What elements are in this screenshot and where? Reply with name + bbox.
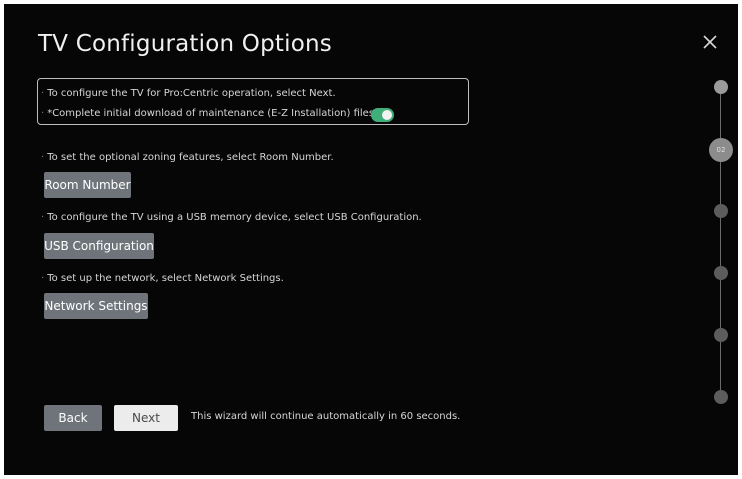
bullet: · bbox=[41, 212, 45, 223]
bullet: · bbox=[41, 88, 45, 99]
bullet: · bbox=[41, 108, 45, 119]
progress-track bbox=[720, 84, 721, 400]
progress-step-4 bbox=[714, 266, 728, 280]
room-number-button[interactable]: Room Number bbox=[44, 172, 131, 198]
progress-step-current: 02 bbox=[709, 138, 733, 162]
usb-instruction-text: To configure the TV using a USB memory d… bbox=[47, 212, 422, 223]
bullet: · bbox=[41, 273, 45, 284]
maintenance-download-toggle[interactable] bbox=[371, 108, 394, 122]
network-instruction-text: To set up the network, select Network Se… bbox=[47, 273, 284, 284]
room-number-instruction: · To set the optional zoning features, se… bbox=[41, 152, 334, 163]
progress-step-3 bbox=[714, 204, 728, 218]
back-button[interactable]: Back bbox=[44, 405, 102, 431]
progress-step-5 bbox=[714, 328, 728, 342]
bullet: · bbox=[41, 152, 45, 163]
info-line-1-text: To configure the TV for Pro:Centric oper… bbox=[47, 88, 336, 99]
info-line-1: · To configure the TV for Pro:Centric ope… bbox=[41, 88, 336, 99]
network-instruction: · To set up the network, select Network S… bbox=[41, 273, 284, 284]
configuration-screen: TV Configuration Options · To configure t… bbox=[4, 4, 738, 475]
usb-instruction: · To configure the TV using a USB memory … bbox=[41, 212, 422, 223]
auto-continue-message: This wizard will continue automatically … bbox=[191, 411, 461, 422]
toggle-knob bbox=[382, 110, 392, 120]
progress-step-1 bbox=[714, 80, 728, 94]
room-number-instruction-text: To set the optional zoning features, sel… bbox=[47, 152, 334, 163]
close-icon[interactable] bbox=[701, 33, 719, 51]
usb-configuration-button[interactable]: USB Configuration bbox=[44, 233, 154, 259]
info-line-2-text: *Complete initial download of maintenanc… bbox=[47, 108, 378, 119]
network-settings-button[interactable]: Network Settings bbox=[44, 293, 148, 319]
info-line-2: · *Complete initial download of maintenan… bbox=[41, 108, 377, 119]
progress-step-6 bbox=[714, 390, 728, 404]
page-title: TV Configuration Options bbox=[38, 31, 332, 57]
next-button[interactable]: Next bbox=[114, 405, 178, 431]
